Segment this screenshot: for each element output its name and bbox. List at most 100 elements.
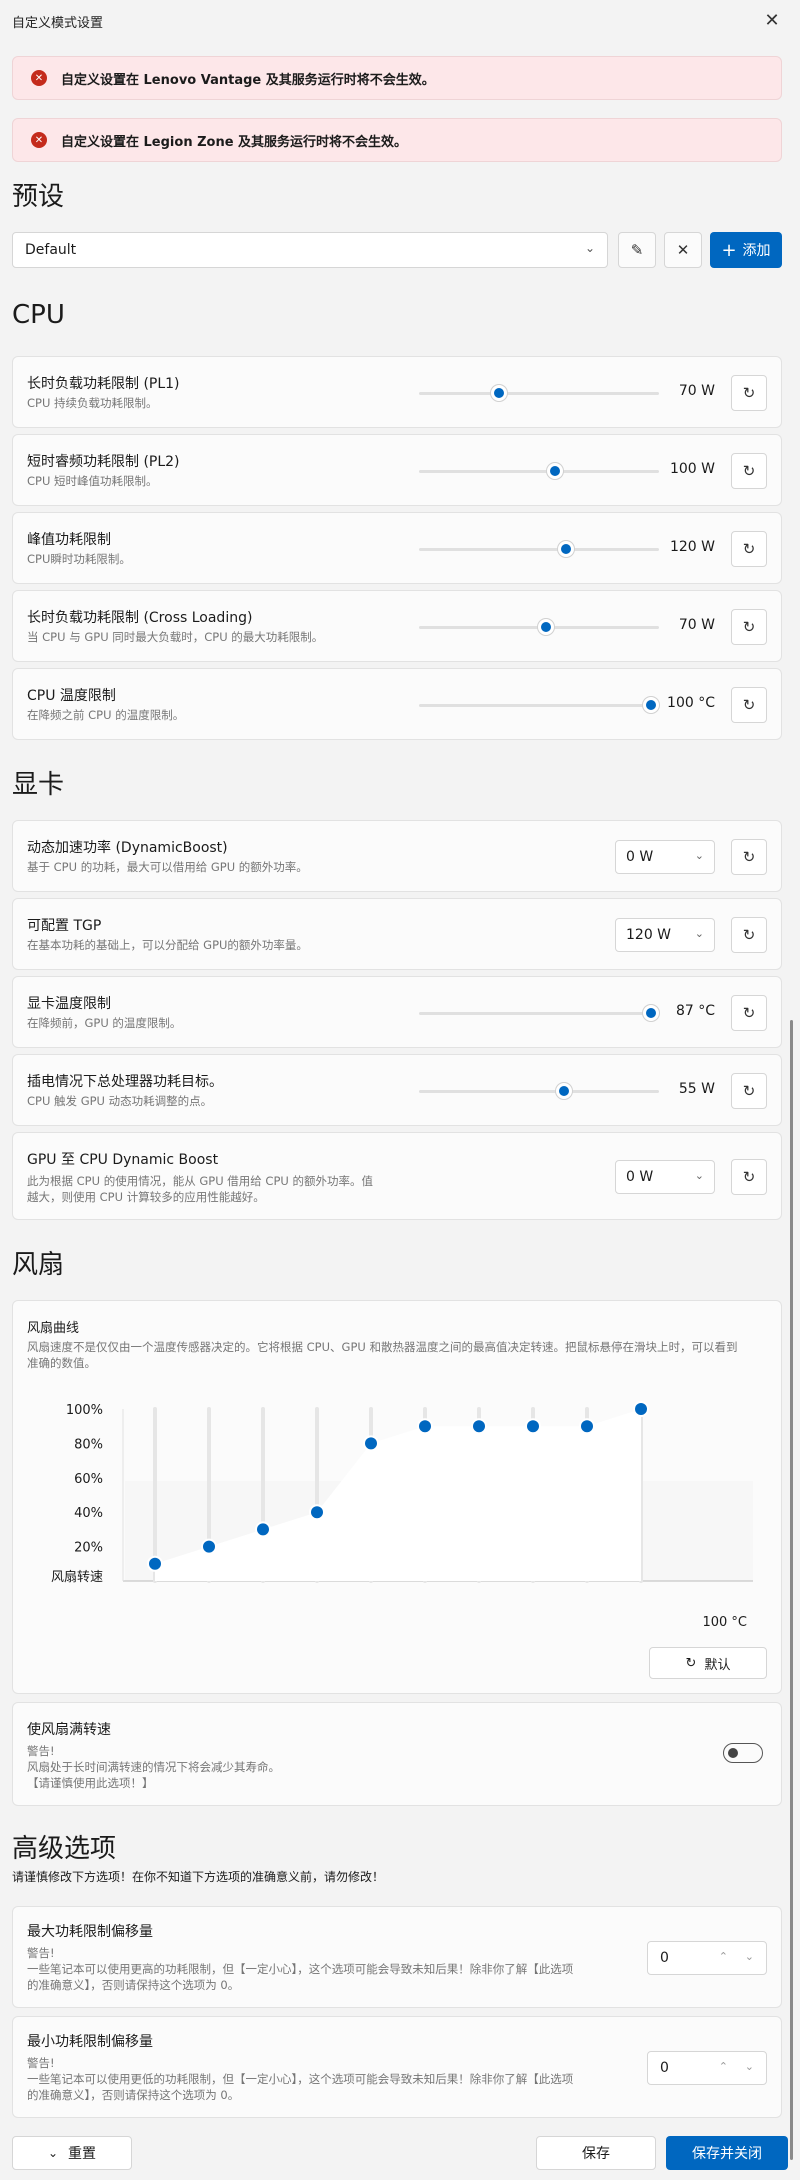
plus-icon: +: [721, 239, 737, 261]
pl2-slider[interactable]: [419, 461, 659, 481]
fan-curve-desc-line1: 风扇速度不是仅仅由一个温度传感器决定的。它将根据 CPU、GPU 和散热器温度之…: [27, 1340, 738, 1354]
warning-label: 警告!: [27, 1946, 55, 1960]
warning-text-line2: 的准确意义】，否则请保持这个选项为 0。: [27, 1978, 240, 1992]
chevron-down-icon: ⌄: [47, 2146, 59, 2160]
min-offset-input[interactable]: 0 ⌃ ⌄: [647, 2051, 767, 2085]
chevron-down-icon: ⌄: [584, 241, 595, 255]
reset-button[interactable]: ↻: [731, 609, 767, 645]
dropdown-value: 0 W: [626, 1169, 654, 1185]
crossload-slider[interactable]: [419, 617, 659, 637]
dropdown-value: 120 W: [626, 927, 672, 943]
slider-thumb[interactable]: [555, 1083, 572, 1099]
setting-value: 100 W: [669, 461, 715, 477]
setting-value: 55 W: [678, 1081, 715, 1097]
y-axis-label: 风扇转速: [51, 1569, 103, 1585]
fan-curve-point[interactable]: [255, 1521, 271, 1538]
slider-thumb[interactable]: [643, 1005, 659, 1021]
fan-heading: 风扇: [12, 1250, 65, 1280]
refresh-icon: ↻: [742, 384, 756, 402]
default-curve-button[interactable]: ↻ 默认: [649, 1647, 767, 1679]
pl1-slider[interactable]: [419, 383, 659, 403]
setting-title: GPU 至 CPU Dynamic Boost: [27, 1152, 219, 1168]
setting-desc: 在基本功耗的基础上，可以分配给 GPU的额外功率量。: [27, 938, 308, 952]
total-power-slider[interactable]: [419, 1081, 659, 1101]
total-power-card: 插电情况下总处理器功耗目标。 CPU 触发 GPU 动态功耗调整的点。 55 W…: [12, 1054, 782, 1126]
refresh-icon: ↻: [742, 1082, 756, 1100]
warning-text: 一些笔记本可以使用更低的功耗限制，但【一定小心】，这个选项可能会导致未知后果！除…: [27, 2072, 574, 2086]
alert-text: 自定义设置在 Lenovo Vantage 及其服务运行时将不会生效。: [61, 72, 435, 88]
max-offset-input[interactable]: 0 ⌃ ⌄: [647, 1941, 767, 1975]
edit-preset-button[interactable]: ✎: [618, 232, 656, 268]
setting-value: 120 W: [669, 539, 715, 555]
warning-label: 警告!: [27, 2056, 55, 2070]
reset-button[interactable]: ↻: [731, 531, 767, 567]
cpu-pl2-card: 短时睿频功耗限制 (PL2) CPU 短时峰值功耗限制。 100 W ↻: [12, 434, 782, 506]
setting-desc: CPU 持续负载功耗限制。: [27, 396, 158, 410]
warning-label: 警告!: [27, 1744, 55, 1758]
increment-icon[interactable]: ⌃: [719, 2060, 728, 2073]
save-and-close-button[interactable]: 保存并关闭: [666, 2136, 788, 2170]
cpu-heading: CPU: [12, 300, 65, 330]
reset-button[interactable]: ↻: [731, 995, 767, 1031]
setting-desc: 在降频前，GPU 的温度限制。: [27, 1016, 182, 1030]
refresh-icon: ↻: [742, 618, 756, 636]
setting-desc: 在降频之前 CPU 的温度限制。: [27, 708, 185, 722]
fan-curve-point[interactable]: [147, 1555, 163, 1572]
slider-thumb[interactable]: [546, 463, 563, 479]
x-axis-label: 100 °C: [702, 1615, 747, 1630]
scrollbar-thumb[interactable]: [790, 1020, 793, 2160]
slider-thumb[interactable]: [537, 619, 554, 635]
fan-curve-point[interactable]: [579, 1418, 595, 1435]
setting-desc-line1: 此为根据 CPU 的使用情况，能从 GPU 借用给 CPU 的额外功率。值: [27, 1174, 373, 1188]
reset-all-button[interactable]: ⌄ 重置: [12, 2136, 132, 2170]
warning-caution: 【请谨慎使用此选项！】: [27, 1776, 154, 1790]
slider-thumb[interactable]: [557, 541, 574, 557]
window-title: 自定义模式设置: [12, 16, 104, 31]
y-tick-label: 100%: [66, 1403, 103, 1418]
fan-curve-point[interactable]: [471, 1418, 487, 1435]
y-tick-label: 80%: [74, 1437, 103, 1452]
fan-curve-point[interactable]: [525, 1418, 541, 1435]
refresh-icon: ↻: [742, 462, 756, 480]
increment-icon[interactable]: ⌃: [719, 1950, 728, 1963]
decrement-icon[interactable]: ⌄: [745, 2060, 754, 2073]
cpu-temp-card: CPU 温度限制 在降频之前 CPU 的温度限制。 100 °C ↻: [12, 668, 782, 740]
reset-button[interactable]: ↻: [731, 917, 767, 953]
dynamic-boost-dropdown[interactable]: 0 W ⌄: [615, 840, 715, 874]
setting-value: 70 W: [678, 383, 715, 399]
setting-title: 使风扇满转速: [27, 1722, 111, 1738]
cpu-temp-slider[interactable]: [419, 695, 659, 715]
add-label: 添加: [742, 243, 771, 259]
gpu-temp-slider[interactable]: [419, 1003, 659, 1023]
fan-curve-point[interactable]: [309, 1504, 325, 1521]
fan-curve-point[interactable]: [201, 1538, 217, 1555]
fan-curve-point[interactable]: [633, 1401, 649, 1417]
warning-text: 一些笔记本可以使用更高的功耗限制，但【一定小心】，这个选项可能会导致未知后果！除…: [27, 1962, 574, 1976]
preset-selected-value: Default: [25, 242, 77, 258]
peak-power-slider[interactable]: [419, 539, 659, 559]
reset-button[interactable]: ↻: [731, 1073, 767, 1109]
add-preset-button[interactable]: + 添加: [710, 232, 782, 268]
tgp-dropdown[interactable]: 120 W ⌄: [615, 918, 715, 952]
reset-button[interactable]: ↻: [731, 687, 767, 723]
full-speed-toggle[interactable]: [723, 1743, 763, 1763]
save-button[interactable]: 保存: [536, 2136, 656, 2170]
preset-select[interactable]: Default ⌄: [12, 232, 608, 268]
reset-button[interactable]: ↻: [731, 839, 767, 875]
warning-text-line2: 的准确意义】，否则请保持这个选项为 0。: [27, 2088, 240, 2102]
reset-button[interactable]: ↻: [731, 1159, 767, 1195]
reset-button[interactable]: ↻: [731, 453, 767, 489]
delete-preset-button[interactable]: ✕: [664, 232, 702, 268]
setting-desc: CPU 触发 GPU 动态功耗调整的点。: [27, 1094, 213, 1108]
reset-button[interactable]: ↻: [731, 375, 767, 411]
slider-thumb[interactable]: [490, 385, 507, 401]
fan-curve-point[interactable]: [417, 1418, 433, 1435]
decrement-icon[interactable]: ⌄: [745, 1950, 754, 1963]
close-icon[interactable]: ✕: [758, 6, 786, 34]
chevron-down-icon: ⌄: [694, 1169, 704, 1182]
y-tick-label: 40%: [74, 1506, 103, 1521]
slider-thumb[interactable]: [643, 697, 659, 713]
setting-title: 长时负载功耗限制 (Cross Loading): [27, 610, 253, 626]
fan-curve-point[interactable]: [363, 1435, 379, 1452]
gpu-to-cpu-dropdown[interactable]: 0 W ⌄: [615, 1160, 715, 1194]
